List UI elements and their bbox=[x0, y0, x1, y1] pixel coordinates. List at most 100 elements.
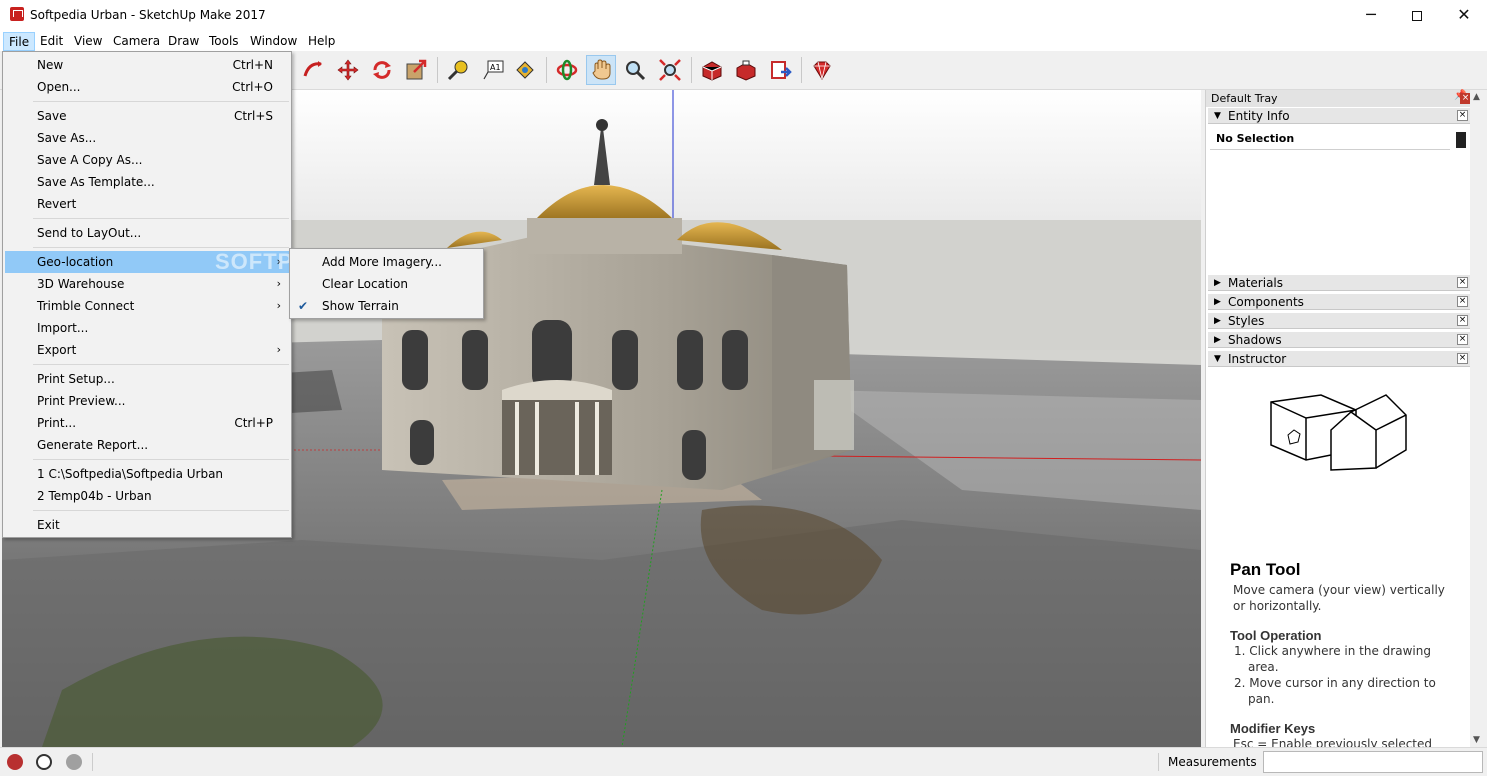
menu-add-more-imagery[interactable]: Add More Imagery... bbox=[292, 251, 481, 273]
submenu-arrow-icon: › bbox=[276, 277, 281, 290]
menu-bar: File Edit View Camera Draw Tools Window … bbox=[0, 31, 1487, 51]
tape-measure-tool[interactable] bbox=[443, 55, 473, 85]
submenu-arrow-icon: › bbox=[276, 299, 281, 312]
menu-print[interactable]: Print... Ctrl+P bbox=[5, 412, 289, 434]
menu-3d-warehouse[interactable]: 3D Warehouse › bbox=[5, 273, 289, 295]
move-tool[interactable] bbox=[333, 55, 363, 85]
share-model-icon bbox=[736, 60, 756, 81]
expanded-triangle-icon: ▼ bbox=[1214, 111, 1221, 121]
menu-new[interactable]: New Ctrl+N bbox=[5, 54, 289, 76]
panel-shadows[interactable]: ▶ Shadows × bbox=[1208, 331, 1470, 348]
text-icon: A1 bbox=[483, 60, 504, 80]
panel-label: Components bbox=[1228, 295, 1304, 309]
menu-save[interactable]: Save Ctrl+S bbox=[5, 105, 289, 127]
menu-save-a-copy-as[interactable]: Save A Copy As... bbox=[5, 149, 289, 171]
sketchup-logo-icon bbox=[10, 7, 24, 21]
credits-icon[interactable] bbox=[36, 754, 52, 770]
send-to-layout-tool[interactable] bbox=[766, 55, 796, 85]
file-menu: New Ctrl+N Open... Ctrl+O Save Ctrl+S Save … bbox=[2, 51, 292, 538]
panel-materials[interactable]: ▶ Materials × bbox=[1208, 274, 1470, 291]
geo-location-status-icon[interactable] bbox=[7, 754, 23, 770]
menu-window[interactable]: Window bbox=[245, 32, 302, 51]
menu-trimble-connect[interactable]: Trimble Connect › bbox=[5, 295, 289, 317]
panel-close-button[interactable]: × bbox=[1457, 110, 1468, 121]
pan-tool[interactable] bbox=[586, 55, 616, 85]
orbit-tool[interactable] bbox=[552, 55, 582, 85]
default-tray: Default Tray 📌 × ▼ Entity Info × No Sele… bbox=[1205, 90, 1471, 751]
extension-warehouse-tool[interactable] bbox=[807, 55, 837, 85]
menu-save-as-template[interactable]: Save As Template... bbox=[5, 171, 289, 193]
panel-close-button[interactable]: × bbox=[1457, 334, 1468, 345]
panel-instructor[interactable]: ▼ Instructor × bbox=[1208, 350, 1470, 367]
menu-print-preview[interactable]: Print Preview... bbox=[5, 390, 289, 412]
zoom-extents-icon bbox=[659, 59, 681, 81]
menu-generate-report[interactable]: Generate Report... bbox=[5, 434, 289, 456]
menu-show-terrain[interactable]: ✔ Show Terrain bbox=[292, 295, 481, 317]
collapsed-triangle-icon: ▶ bbox=[1214, 335, 1221, 345]
menu-camera[interactable]: Camera bbox=[108, 32, 165, 51]
menu-edit[interactable]: Edit bbox=[35, 32, 68, 51]
menu-send-to-layout[interactable]: Send to LayOut... bbox=[5, 222, 289, 244]
panel-label: Materials bbox=[1228, 276, 1284, 290]
panel-close-button[interactable]: × bbox=[1457, 277, 1468, 288]
menu-recent-file-1[interactable]: 1 C:\Softpedia\Softpedia Urban bbox=[5, 463, 289, 485]
paint-bucket-tool[interactable] bbox=[510, 55, 540, 85]
menu-separator bbox=[33, 247, 289, 248]
menu-help[interactable]: Help bbox=[303, 32, 340, 51]
menu-exit[interactable]: Exit bbox=[5, 514, 289, 536]
zoom-extents-tool[interactable] bbox=[655, 55, 685, 85]
menu-revert[interactable]: Revert bbox=[5, 193, 289, 215]
toolbar-separator bbox=[546, 57, 547, 83]
zoom-tool[interactable] bbox=[620, 55, 650, 85]
panel-components[interactable]: ▶ Components × bbox=[1208, 293, 1470, 310]
collapsed-triangle-icon: ▶ bbox=[1214, 316, 1221, 326]
tray-scrollbar[interactable]: ▲ ▼ bbox=[1470, 90, 1487, 747]
menu-export[interactable]: Export › bbox=[5, 339, 289, 361]
menu-item-label: Save bbox=[37, 109, 67, 123]
entity-info-toggle-icon[interactable] bbox=[1456, 132, 1466, 148]
maximize-button[interactable] bbox=[1394, 0, 1440, 31]
title-bar: Softpedia Urban - SketchUp Make 2017 ─ ✕ bbox=[0, 0, 1487, 31]
panel-label: Instructor bbox=[1228, 352, 1287, 366]
minimize-button[interactable]: ─ bbox=[1348, 0, 1394, 31]
panel-close-button[interactable]: × bbox=[1457, 296, 1468, 307]
panel-entity-info[interactable]: ▼ Entity Info × bbox=[1208, 107, 1470, 124]
menu-save-as[interactable]: Save As... bbox=[5, 127, 289, 149]
menu-file[interactable]: File bbox=[3, 32, 36, 51]
instructor-title: Pan Tool bbox=[1230, 560, 1301, 579]
menu-tools[interactable]: Tools bbox=[204, 32, 244, 51]
panel-styles[interactable]: ▶ Styles × bbox=[1208, 312, 1470, 329]
user-account-icon[interactable] bbox=[66, 754, 82, 770]
menu-item-label: Print... bbox=[37, 416, 77, 430]
panel-close-button[interactable]: × bbox=[1457, 315, 1468, 326]
panel-close-button[interactable]: × bbox=[1457, 353, 1468, 364]
menu-item-label: Show Terrain bbox=[322, 299, 399, 313]
scroll-up-icon[interactable]: ▲ bbox=[1473, 92, 1480, 102]
text-tool[interactable]: A1 bbox=[478, 55, 508, 85]
expanded-triangle-icon: ▼ bbox=[1214, 354, 1221, 364]
close-button[interactable]: ✕ bbox=[1441, 0, 1487, 31]
panel-label: Styles bbox=[1228, 314, 1265, 328]
pan-icon bbox=[592, 59, 611, 80]
menu-open[interactable]: Open... Ctrl+O bbox=[5, 76, 289, 98]
scale-tool[interactable] bbox=[401, 55, 431, 85]
follow-me-tool[interactable] bbox=[298, 55, 328, 85]
scroll-down-icon[interactable]: ▼ bbox=[1473, 735, 1480, 745]
menu-draw[interactable]: Draw bbox=[163, 32, 204, 51]
tool-operation-heading: Tool Operation bbox=[1230, 628, 1322, 643]
menu-item-label: Trimble Connect bbox=[37, 299, 135, 313]
entity-selection-label: No Selection bbox=[1210, 128, 1450, 150]
menu-print-setup[interactable]: Print Setup... bbox=[5, 368, 289, 390]
rotate-tool[interactable] bbox=[367, 55, 397, 85]
menu-item-label: New bbox=[37, 58, 64, 72]
menu-view[interactable]: View bbox=[69, 32, 107, 51]
menu-item-label: Open... bbox=[37, 80, 81, 94]
status-bar: Measurements bbox=[0, 747, 1487, 776]
measurements-input[interactable] bbox=[1263, 751, 1483, 773]
menu-import[interactable]: Import... bbox=[5, 317, 289, 339]
3d-warehouse-tool[interactable] bbox=[697, 55, 727, 85]
menu-recent-file-2[interactable]: 2 Temp04b - Urban bbox=[5, 485, 289, 507]
share-model-tool[interactable] bbox=[731, 55, 761, 85]
collapsed-triangle-icon: ▶ bbox=[1214, 297, 1221, 307]
menu-clear-location[interactable]: Clear Location bbox=[292, 273, 481, 295]
